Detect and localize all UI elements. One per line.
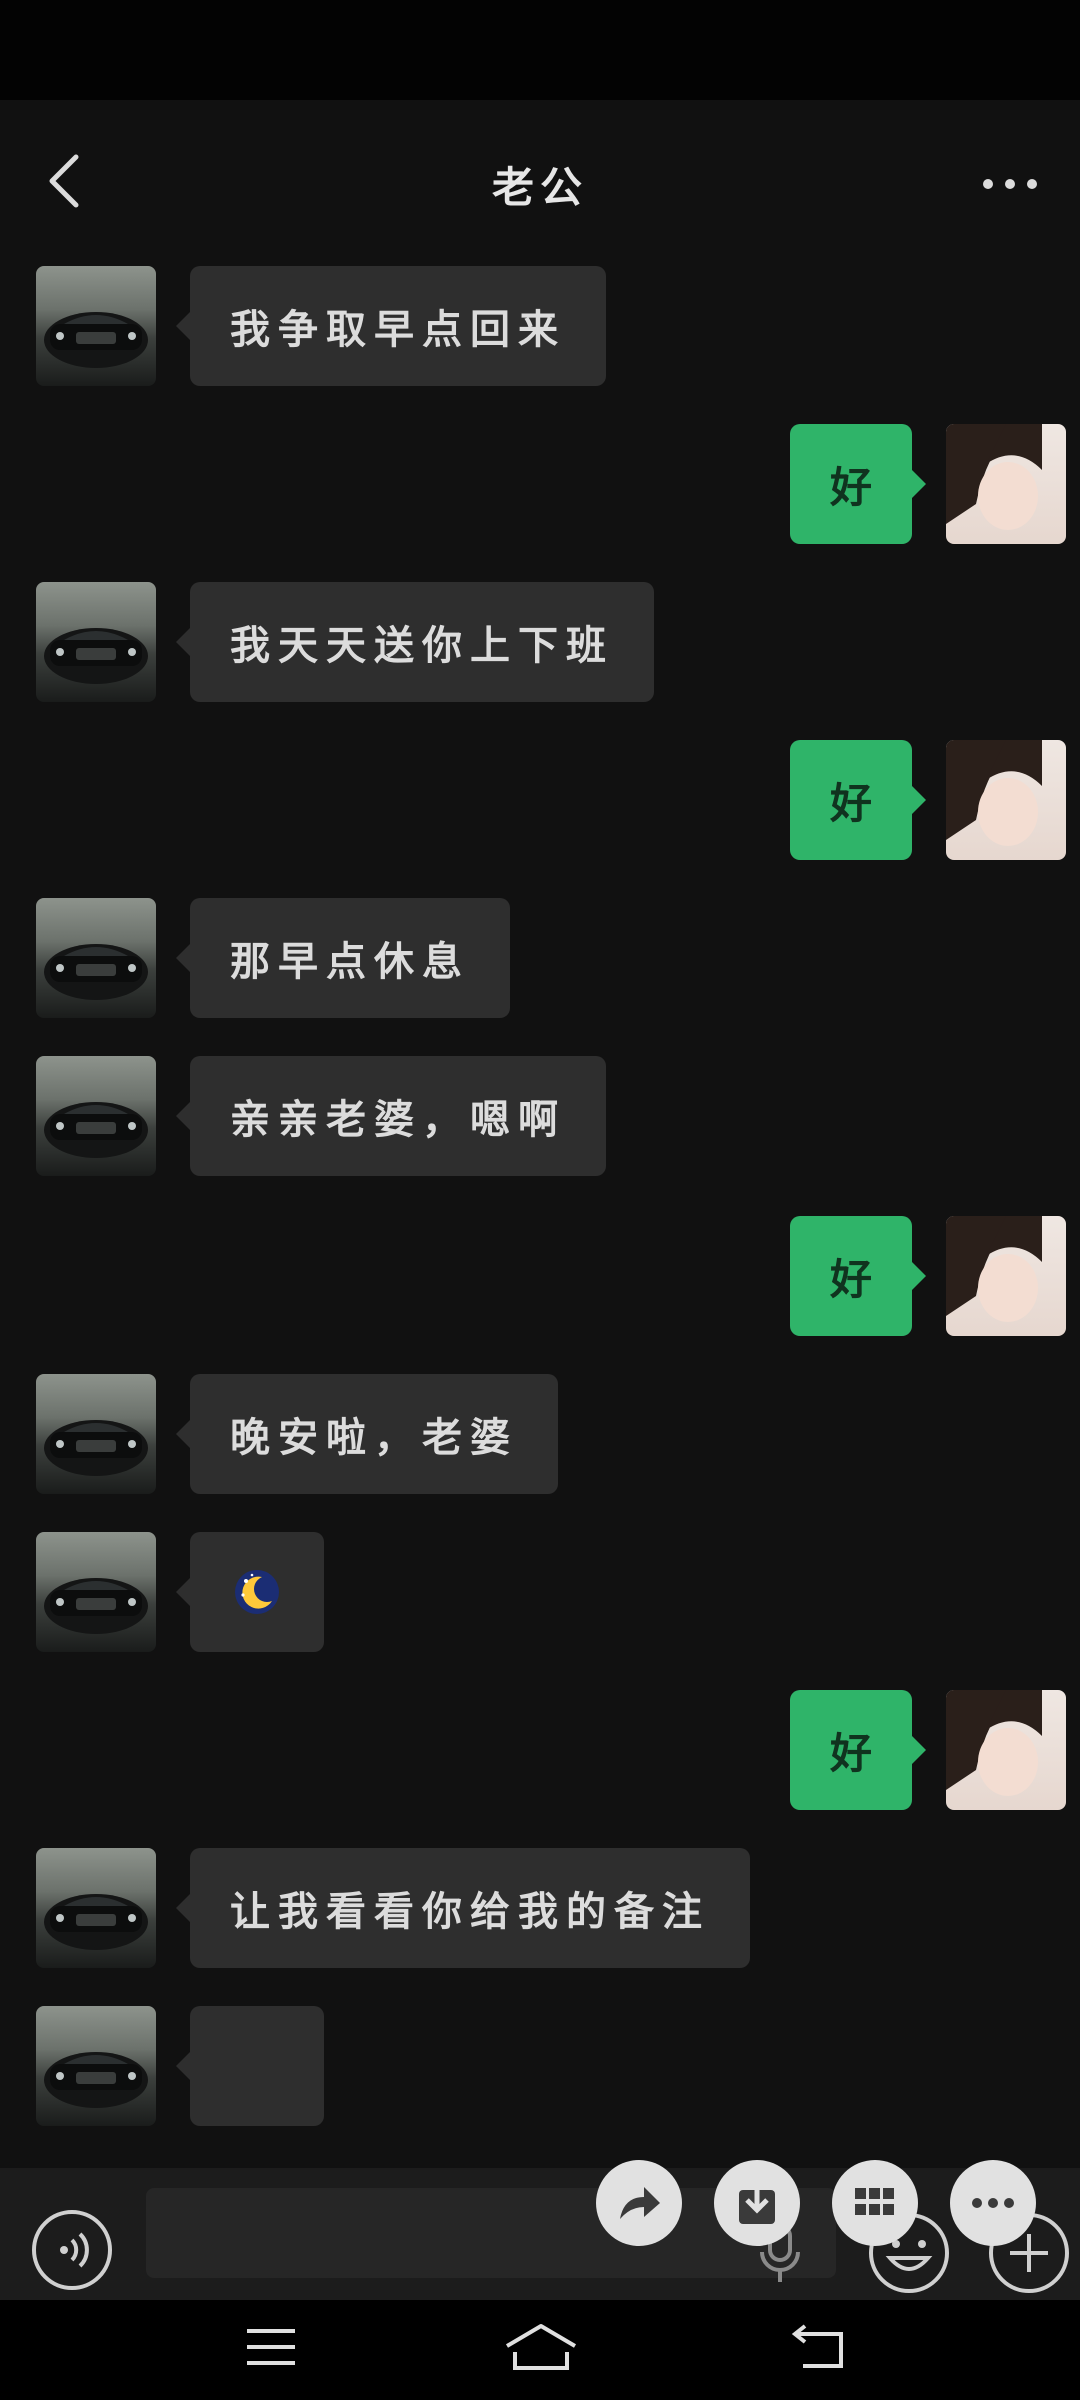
contact-avatar[interactable] (36, 2006, 156, 2126)
save-button[interactable] (714, 2160, 800, 2246)
user-avatar[interactable] (946, 740, 1066, 860)
moon-stars-icon (235, 1570, 279, 1614)
more-actions-button[interactable] (950, 2160, 1036, 2246)
return-icon (791, 2324, 843, 2368)
message-bubble-sent[interactable]: 好 (790, 424, 926, 544)
user-avatar[interactable] (946, 424, 1066, 544)
message-bubble-sent[interactable]: 好 (790, 1216, 926, 1336)
message-bubble[interactable]: 亲亲老婆，嗯啊 (176, 1056, 606, 1176)
user-avatar[interactable] (946, 1690, 1066, 1810)
contact-avatar[interactable] (36, 266, 156, 386)
menu-nav-button[interactable] (226, 2312, 316, 2382)
contact-avatar[interactable] (36, 1056, 156, 1176)
forward-icon (620, 2187, 660, 2219)
forward-button[interactable] (596, 2160, 682, 2246)
back-nav-button[interactable] (776, 2312, 866, 2382)
home-icon (505, 2324, 577, 2370)
chat-title: 老公 (491, 163, 588, 212)
message-bubble[interactable]: 让我看看你给我的备注 (176, 1848, 750, 1968)
more-options-button[interactable] (970, 154, 1050, 214)
message-bubble-sent[interactable]: 好 (790, 1690, 926, 1810)
contact-avatar[interactable] (36, 898, 156, 1018)
contact-avatar[interactable] (36, 1532, 156, 1652)
message-bubble-sent[interactable]: 好 (790, 740, 926, 860)
grid-icon (855, 2188, 894, 2215)
user-avatar[interactable] (946, 1216, 1066, 1336)
message-bubble[interactable]: 我争取早点回来 (176, 266, 606, 386)
voice-button[interactable] (30, 2208, 114, 2292)
message-bubble-emoji[interactable] (176, 1532, 324, 1652)
status-bar (0, 0, 1080, 100)
menu-icon (247, 2329, 295, 2365)
save-download-icon (739, 2182, 775, 2224)
more-icon (972, 2198, 1014, 2208)
home-nav-button[interactable] (496, 2312, 586, 2382)
contact-avatar[interactable] (36, 582, 156, 702)
contact-avatar[interactable] (36, 1848, 156, 1968)
chat-header: 老公 (0, 100, 1080, 260)
grid-button[interactable] (832, 2160, 918, 2246)
message-bubble[interactable]: 我天天送你上下班 (176, 582, 654, 702)
message-bubble[interactable]: 那早点休息 (176, 898, 510, 1018)
message-bubble-empty[interactable] (176, 2006, 324, 2126)
message-bubble[interactable]: 晚安啦，老婆 (176, 1374, 558, 1494)
voice-icon (32, 2210, 112, 2290)
ellipsis-icon (983, 179, 1037, 189)
contact-avatar[interactable] (36, 1374, 156, 1494)
